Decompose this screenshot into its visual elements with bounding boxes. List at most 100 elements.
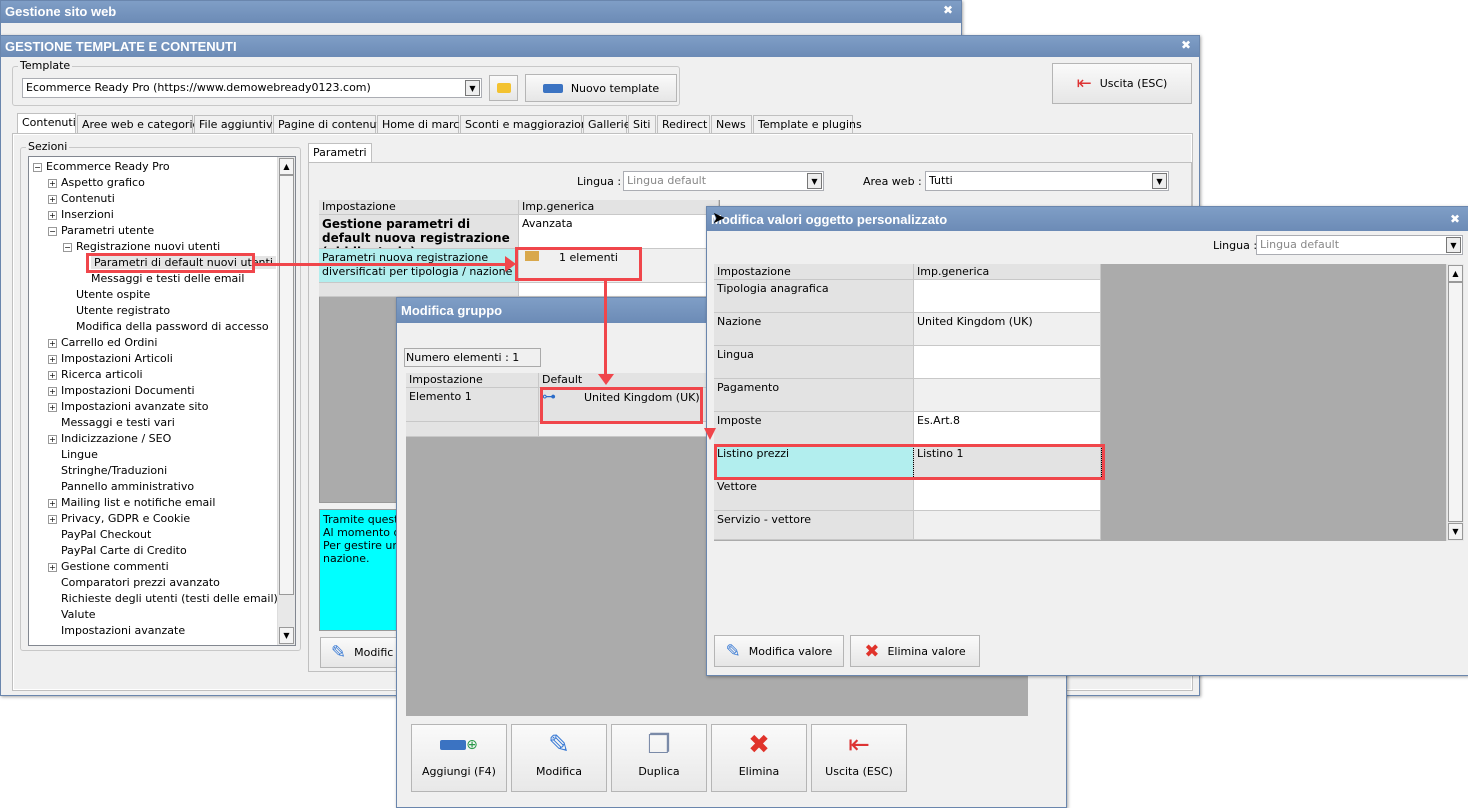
- custom-row-value[interactable]: [914, 511, 1101, 540]
- tree-item[interactable]: − Ecommerce Ready Pro: [33, 159, 170, 175]
- scroll-up-icon[interactable]: ▲: [1448, 265, 1463, 282]
- add-button[interactable]: ⊕ Aggiungi (F4): [411, 724, 507, 792]
- tree-item[interactable]: Richieste degli utenti (testi delle emai…: [48, 591, 278, 607]
- tree-item[interactable]: Impostazioni avanzate: [48, 623, 185, 639]
- area-web-select[interactable]: Tutti ▼: [925, 171, 1169, 191]
- custom-row-key[interactable]: Tipologia anagrafica: [714, 280, 914, 313]
- tree-item[interactable]: Messaggi e testi delle email: [78, 271, 244, 287]
- exit-button[interactable]: ⇤ Uscita (ESC): [1052, 63, 1192, 104]
- expand-icon[interactable]: +: [48, 402, 57, 412]
- tree-item[interactable]: + Impostazioni Articoli: [48, 351, 173, 367]
- tree-item[interactable]: + Ricerca articoli: [48, 367, 143, 383]
- tab-home-di-marca[interactable]: Home di marca: [377, 115, 466, 134]
- expand-icon[interactable]: +: [48, 514, 57, 524]
- tab-pagine-di-contenuti[interactable]: Pagine di contenuti: [273, 115, 384, 134]
- edit-value-button[interactable]: ✎ Modifica valore: [714, 635, 844, 667]
- expand-icon[interactable]: +: [48, 194, 57, 204]
- custom-row-key[interactable]: Imposte: [714, 412, 914, 445]
- expand-icon[interactable]: +: [48, 370, 57, 380]
- scroll-down-icon[interactable]: ▼: [279, 627, 294, 644]
- collapse-icon[interactable]: −: [63, 242, 72, 252]
- custom-row-key[interactable]: Servizio - vettore: [714, 511, 914, 540]
- tab-news[interactable]: News: [711, 115, 752, 134]
- tab-gallerie[interactable]: Gallerie: [583, 115, 631, 134]
- custom-lingua-select[interactable]: Lingua default ▼: [1256, 235, 1463, 255]
- tree-item[interactable]: + Contenuti: [48, 191, 115, 207]
- delete-value-button[interactable]: ✖ Elimina valore: [850, 635, 980, 667]
- tree-item[interactable]: Messaggi e testi vari: [48, 415, 175, 431]
- tree-item[interactable]: Utente registrato: [63, 303, 170, 319]
- exit-button[interactable]: ⇤ Uscita (ESC): [811, 724, 907, 792]
- scroll-up-icon[interactable]: ▲: [279, 158, 294, 175]
- tree-item[interactable]: + Inserzioni: [48, 207, 114, 223]
- custom-scrollbar[interactable]: ▲ ▼: [1446, 264, 1464, 541]
- delete-button[interactable]: ✖ Elimina: [711, 724, 807, 792]
- tree-item[interactable]: + Aspetto grafico: [48, 175, 145, 191]
- tree-item[interactable]: + Indicizzazione / SEO: [48, 431, 171, 447]
- tree-item[interactable]: + Carrello ed Ordini: [48, 335, 157, 351]
- custom-row-key[interactable]: Vettore: [714, 478, 914, 511]
- tab-contenuti[interactable]: Contenuti: [17, 113, 76, 134]
- expand-icon[interactable]: +: [48, 498, 57, 508]
- lingua-select[interactable]: Lingua default ▼: [623, 171, 824, 191]
- tab-aree-web-e-categorie[interactable]: Aree web e categorie: [77, 115, 199, 134]
- grid-row-key[interactable]: Gestione parametri di default nuova regi…: [319, 215, 519, 249]
- close-icon[interactable]: ✖: [1450, 212, 1460, 226]
- template-select[interactable]: Ecommerce Ready Pro (https://www.demoweb…: [22, 78, 482, 98]
- tab-template-e-plugins[interactable]: Template e plugins: [753, 115, 862, 134]
- tree-item[interactable]: − Parametri utente: [48, 223, 154, 239]
- custom-row-value[interactable]: United Kingdom (UK): [914, 313, 1101, 346]
- expand-icon[interactable]: +: [48, 434, 57, 444]
- custom-row-key[interactable]: Lingua: [714, 346, 914, 379]
- edit-button[interactable]: ✎ Modifica: [511, 724, 607, 792]
- expand-icon[interactable]: +: [48, 354, 57, 364]
- tree-scrollbar[interactable]: ▲ ▼: [277, 157, 295, 645]
- tree-item[interactable]: Stringhe/Traduzioni: [48, 463, 167, 479]
- tab-sconti-e-maggiorazioni[interactable]: Sconti e maggiorazioni: [460, 115, 591, 134]
- tab-file-aggiuntivi[interactable]: File aggiuntivi: [194, 115, 276, 134]
- collapse-icon[interactable]: −: [33, 162, 42, 172]
- add-icon: ⊕: [412, 725, 506, 765]
- expand-icon[interactable]: +: [48, 178, 57, 188]
- tree-item[interactable]: PayPal Carte di Credito: [48, 543, 187, 559]
- collapse-icon[interactable]: −: [48, 226, 57, 236]
- expand-icon[interactable]: +: [48, 338, 57, 348]
- tab-siti[interactable]: Siti: [628, 115, 656, 134]
- expand-icon[interactable]: +: [48, 562, 57, 572]
- tree-item[interactable]: Comparatori prezzi avanzato: [48, 575, 220, 591]
- tree-item[interactable]: + Impostazioni Documenti: [48, 383, 195, 399]
- close-icon[interactable]: ✖: [943, 3, 953, 17]
- tree-item[interactable]: + Gestione commenti: [48, 559, 169, 575]
- tree-item[interactable]: + Privacy, GDPR e Cookie: [48, 511, 190, 527]
- custom-row-value[interactable]: [914, 346, 1101, 379]
- tab-redirect[interactable]: Redirect: [657, 115, 710, 134]
- custom-row-key[interactable]: Nazione: [714, 313, 914, 346]
- expand-icon[interactable]: +: [48, 210, 57, 220]
- scroll-down-icon[interactable]: ▼: [1448, 523, 1463, 540]
- tab-parametri[interactable]: Parametri: [308, 143, 372, 163]
- tree-item[interactable]: + Mailing list e notifiche email: [48, 495, 215, 511]
- grid-row-value[interactable]: Avanzata: [519, 215, 719, 249]
- close-icon[interactable]: ✖: [1181, 38, 1191, 52]
- grid-row-key[interactable]: Parametri nuova registrazione diversific…: [319, 249, 519, 283]
- scroll-thumb[interactable]: [279, 175, 294, 595]
- tree-item[interactable]: Modifica della password di accesso: [63, 319, 269, 335]
- scroll-thumb[interactable]: [1448, 282, 1463, 522]
- duplicate-button[interactable]: ❐ Duplica: [611, 724, 707, 792]
- tree-item[interactable]: Utente ospite: [63, 287, 150, 303]
- tree-item[interactable]: Pannello amministrativo: [48, 479, 194, 495]
- custom-row-key[interactable]: Pagamento: [714, 379, 914, 412]
- tree-item[interactable]: PayPal Checkout: [48, 527, 151, 543]
- open-folder-button[interactable]: [489, 75, 518, 101]
- expand-icon[interactable]: +: [48, 386, 57, 396]
- tree-item[interactable]: Lingue: [48, 447, 98, 463]
- section-tree[interactable]: − Ecommerce Ready Pro + Aspetto grafico + Con…: [28, 156, 296, 646]
- custom-row-value[interactable]: [914, 478, 1101, 511]
- group-row-key[interactable]: Elemento 1: [406, 388, 539, 422]
- new-template-button[interactable]: Nuovo template: [525, 74, 677, 102]
- custom-row-value[interactable]: Es.Art.8: [914, 412, 1101, 445]
- tree-item[interactable]: Valute: [48, 607, 96, 623]
- custom-row-value[interactable]: [914, 280, 1101, 313]
- tree-item[interactable]: + Impostazioni avanzate sito: [48, 399, 208, 415]
- custom-row-value[interactable]: [914, 379, 1101, 412]
